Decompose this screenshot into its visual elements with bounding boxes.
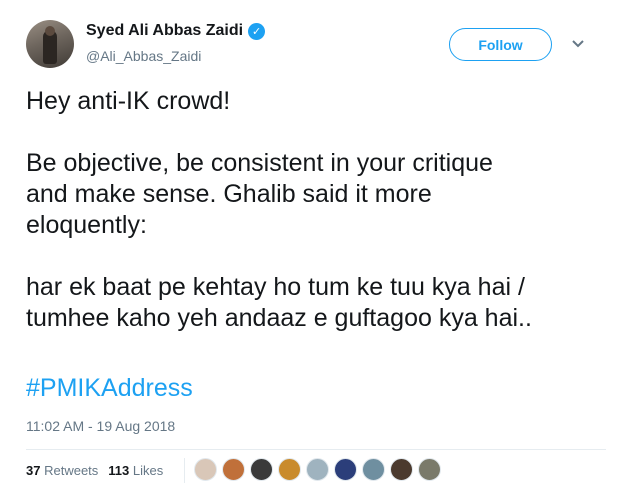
liker-avatar[interactable] xyxy=(222,458,245,481)
retweets-label: Retweets xyxy=(44,463,99,478)
liker-avatar[interactable] xyxy=(418,458,441,481)
liker-avatar[interactable] xyxy=(390,458,413,481)
tweet-paragraph: Be objective, be consistent in your crit… xyxy=(26,148,606,241)
liker-avatar[interactable] xyxy=(250,458,273,481)
tweet-paragraph: har ek baat pe kehtay ho tum ke tuu kya … xyxy=(26,272,606,334)
author-avatar[interactable] xyxy=(26,20,74,68)
tweet-text: Hey anti-IK crowd! Be objective, be cons… xyxy=(26,86,606,334)
divider xyxy=(26,449,606,450)
tweet-timestamp[interactable]: 11:02 AM - 19 Aug 2018 xyxy=(26,418,175,434)
liker-avatar[interactable] xyxy=(278,458,301,481)
stats-separator xyxy=(184,458,185,483)
retweets-count: 37 xyxy=(26,463,41,478)
likes-label: Likes xyxy=(132,463,164,478)
verified-badge-icon: ✓ xyxy=(248,22,266,40)
tweet-stats: 37 Retweets 113 Likes xyxy=(26,463,173,478)
follow-button[interactable]: Follow xyxy=(449,28,552,61)
author-name[interactable]: Syed Ali Abbas Zaidi xyxy=(86,22,243,40)
avatar-head xyxy=(45,26,55,36)
likes-stat[interactable]: 113 Likes xyxy=(108,463,163,478)
tweet-line: Be objective, be consistent in your crit… xyxy=(26,149,493,177)
tweet-line: and make sense. Ghalib said it more xyxy=(26,180,432,208)
tweet-line: har ek baat pe kehtay ho tum ke tuu kya … xyxy=(26,273,525,301)
liker-avatar[interactable] xyxy=(362,458,385,481)
chevron-down-icon[interactable] xyxy=(570,38,586,50)
hashtag-link[interactable]: #PMIKAddress xyxy=(26,374,193,403)
author-name-row: Syed Ali Abbas Zaidi ✓ xyxy=(86,22,266,40)
retweets-stat[interactable]: 37 Retweets xyxy=(26,463,98,478)
author-handle[interactable]: @Ali_Abbas_Zaidi xyxy=(86,48,201,64)
tweet-line: Hey anti-IK crowd! xyxy=(26,87,231,115)
liker-avatar[interactable] xyxy=(306,458,329,481)
tweet-paragraph: Hey anti-IK crowd! xyxy=(26,86,606,117)
likes-count: 113 xyxy=(108,463,130,478)
liker-avatar[interactable] xyxy=(334,458,357,481)
tweet-line: tumhee kaho yeh andaaz e guftagoo kya ha… xyxy=(26,304,532,332)
tweet-line: eloquently: xyxy=(26,211,147,239)
liker-avatar[interactable] xyxy=(194,458,217,481)
liker-avatars xyxy=(194,458,446,481)
